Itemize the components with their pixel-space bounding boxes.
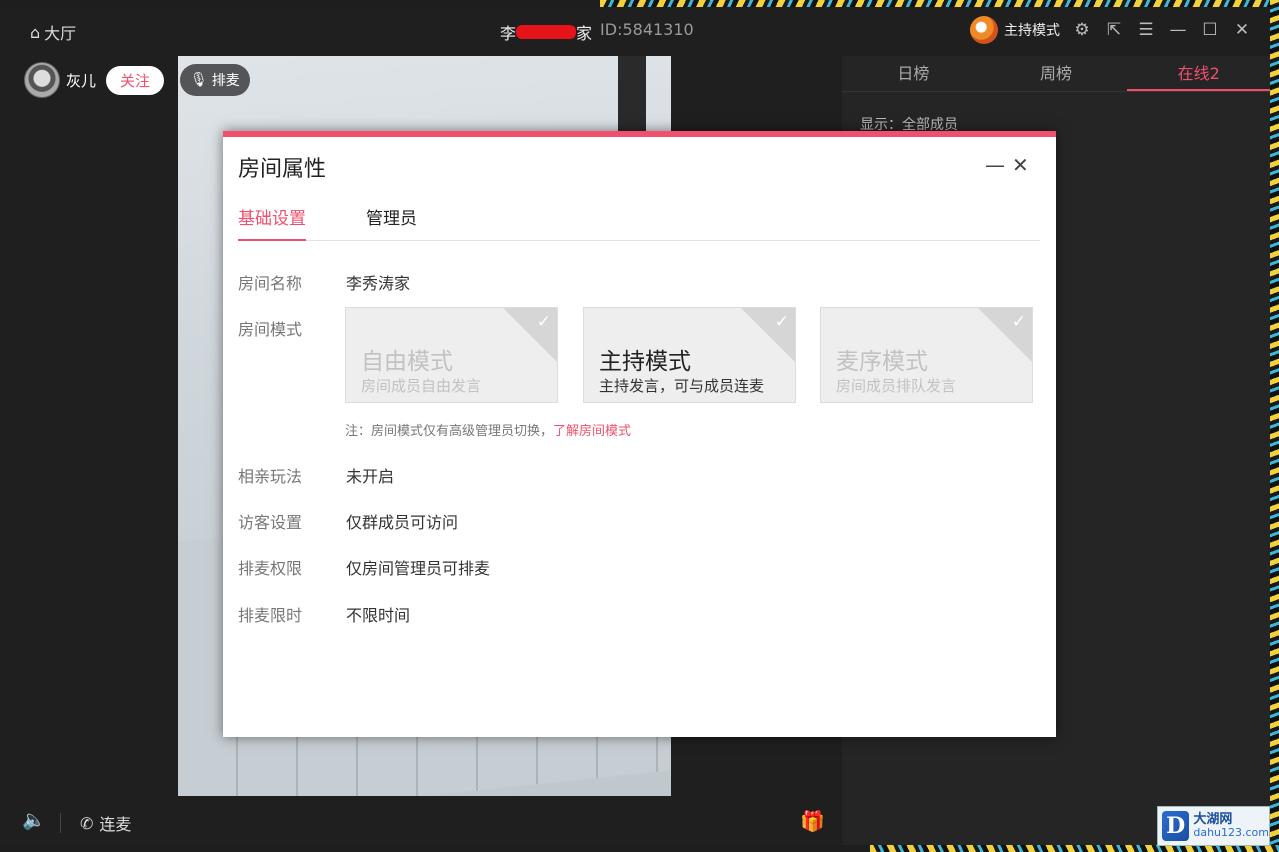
- background-decoration-bottom: [870, 845, 1279, 852]
- mode-card-host[interactable]: ✓ 主持模式 主持发言，可与成员连麦: [583, 307, 796, 403]
- lobby-label: 大厅: [44, 24, 77, 43]
- room-mode-label: 房间模式: [238, 320, 303, 339]
- connect-mic-label: 连麦: [99, 815, 132, 834]
- maximize-icon[interactable]: ☐: [1200, 20, 1220, 40]
- queue-permission-label: 排麦权限: [238, 559, 303, 578]
- lobby-button[interactable]: ⌂ 大厅: [30, 20, 76, 44]
- tab-weekly[interactable]: 周榜: [985, 56, 1128, 91]
- speaker-icon[interactable]: 🔈: [22, 808, 46, 831]
- background-decoration-right: [1270, 0, 1279, 852]
- check-icon: ✓: [1011, 312, 1026, 332]
- avatar[interactable]: [24, 62, 60, 98]
- mode-badge[interactable]: 主持模式: [970, 16, 1060, 44]
- dialog-close-icon[interactable]: ✕: [1012, 153, 1029, 177]
- watermark-name: 大湖网: [1193, 811, 1233, 827]
- ranking-tabs: 日榜 周榜 在线2: [842, 56, 1271, 92]
- watermark-text: 大湖网 dahu123.com: [1193, 811, 1269, 840]
- check-icon: ✓: [536, 312, 551, 332]
- mode-label: 主持模式: [1004, 23, 1060, 39]
- watermark-logo: D: [1162, 811, 1190, 841]
- watermark: D 大湖网 dahu123.com: [1157, 806, 1270, 846]
- title-bar: ⌂ 大厅 李 家 ID:5841310 主持模式 ⚙ ⇱ ☰ — ☐ ✕: [0, 7, 1270, 53]
- room-name-label: 房间名称: [238, 274, 303, 293]
- dialog-tabs: 基础设置 管理员: [238, 205, 1040, 241]
- room-properties-dialog: 房间属性 — ✕ 基础设置 管理员 房间名称 李秀涛家 房间模式 ✓ 自由模式 …: [223, 131, 1056, 737]
- room-name-prefix: 李: [500, 24, 517, 43]
- host-name: 灰儿: [66, 71, 97, 90]
- tab-online[interactable]: 在线2: [1127, 56, 1271, 91]
- redaction-mark: [516, 25, 577, 39]
- matchmaking-value: 未开启: [346, 467, 395, 486]
- microphone-icon: 🎙: [190, 72, 208, 88]
- room-id: ID:5841310: [600, 20, 694, 39]
- share-icon[interactable]: ⇱: [1104, 20, 1124, 40]
- mode-note: 注：房间模式仅有高级管理员切换，了解房间模式: [345, 420, 631, 439]
- gift-icon[interactable]: 🎁: [800, 809, 825, 833]
- mode-name: 麦序模式: [836, 349, 928, 375]
- mode-desc: 房间成员排队发言: [836, 377, 957, 395]
- queue-mic-button[interactable]: 🎙 排麦: [180, 64, 250, 96]
- phone-icon: ✆: [80, 813, 94, 833]
- learn-mode-link[interactable]: 了解房间模式: [553, 424, 631, 439]
- queue-permission-value: 仅房间管理员可排麦: [346, 559, 491, 578]
- follow-button[interactable]: 关注: [106, 65, 165, 95]
- bottom-bar: 🔈 ✆ 连麦 🎁: [0, 802, 840, 845]
- mode-card-queue[interactable]: ✓ 麦序模式 房间成员排队发言: [820, 307, 1033, 403]
- visitor-label: 访客设置: [238, 513, 303, 532]
- queue-mic-label: 排麦: [211, 73, 240, 89]
- watermark-url: dahu123.com: [1193, 826, 1269, 840]
- queue-limit-value: 不限时间: [346, 606, 411, 625]
- dialog-minimize-icon[interactable]: —: [985, 153, 1005, 177]
- host-info: 灰儿 关注: [24, 62, 165, 98]
- home-icon: ⌂: [30, 22, 41, 42]
- connect-mic-button[interactable]: ✆ 连麦: [80, 811, 131, 835]
- room-name-value: 李秀涛家: [346, 274, 411, 293]
- matchmaking-label: 相亲玩法: [238, 467, 303, 486]
- room-title: 李 家 ID:5841310: [500, 20, 694, 44]
- menu-icon[interactable]: ☰: [1136, 20, 1156, 40]
- divider: [60, 813, 61, 833]
- queue-limit-label: 排麦限时: [238, 606, 303, 625]
- tab-basic-settings[interactable]: 基础设置: [238, 205, 306, 241]
- room-name-suffix: 家: [576, 24, 593, 43]
- mode-desc: 主持发言，可与成员连麦: [599, 377, 765, 395]
- mode-desc: 房间成员自由发言: [361, 377, 482, 395]
- mode-note-text: 注：房间模式仅有高级管理员切换，: [345, 424, 554, 439]
- visitor-value: 仅群成员可访问: [346, 513, 459, 532]
- mode-card-free[interactable]: ✓ 自由模式 房间成员自由发言: [345, 307, 558, 403]
- mode-avatar-icon: [970, 16, 998, 44]
- check-icon: ✓: [774, 312, 789, 332]
- dialog-title: 房间属性: [238, 157, 327, 182]
- close-icon[interactable]: ✕: [1232, 20, 1252, 40]
- mode-name: 主持模式: [599, 349, 691, 375]
- mode-name: 自由模式: [361, 349, 453, 375]
- app-window: ⌂ 大厅 李 家 ID:5841310 主持模式 ⚙ ⇱ ☰ — ☐ ✕ 灰儿 关…: [0, 7, 1271, 845]
- minimize-icon[interactable]: —: [1168, 20, 1188, 40]
- tab-admins[interactable]: 管理员: [366, 205, 417, 241]
- tab-daily[interactable]: 日榜: [842, 56, 985, 91]
- title-bar-controls: 主持模式 ⚙ ⇱ ☰ — ☐ ✕: [970, 16, 1252, 44]
- settings-icon[interactable]: ⚙: [1072, 20, 1092, 40]
- background-decoration-top: [600, 0, 1279, 7]
